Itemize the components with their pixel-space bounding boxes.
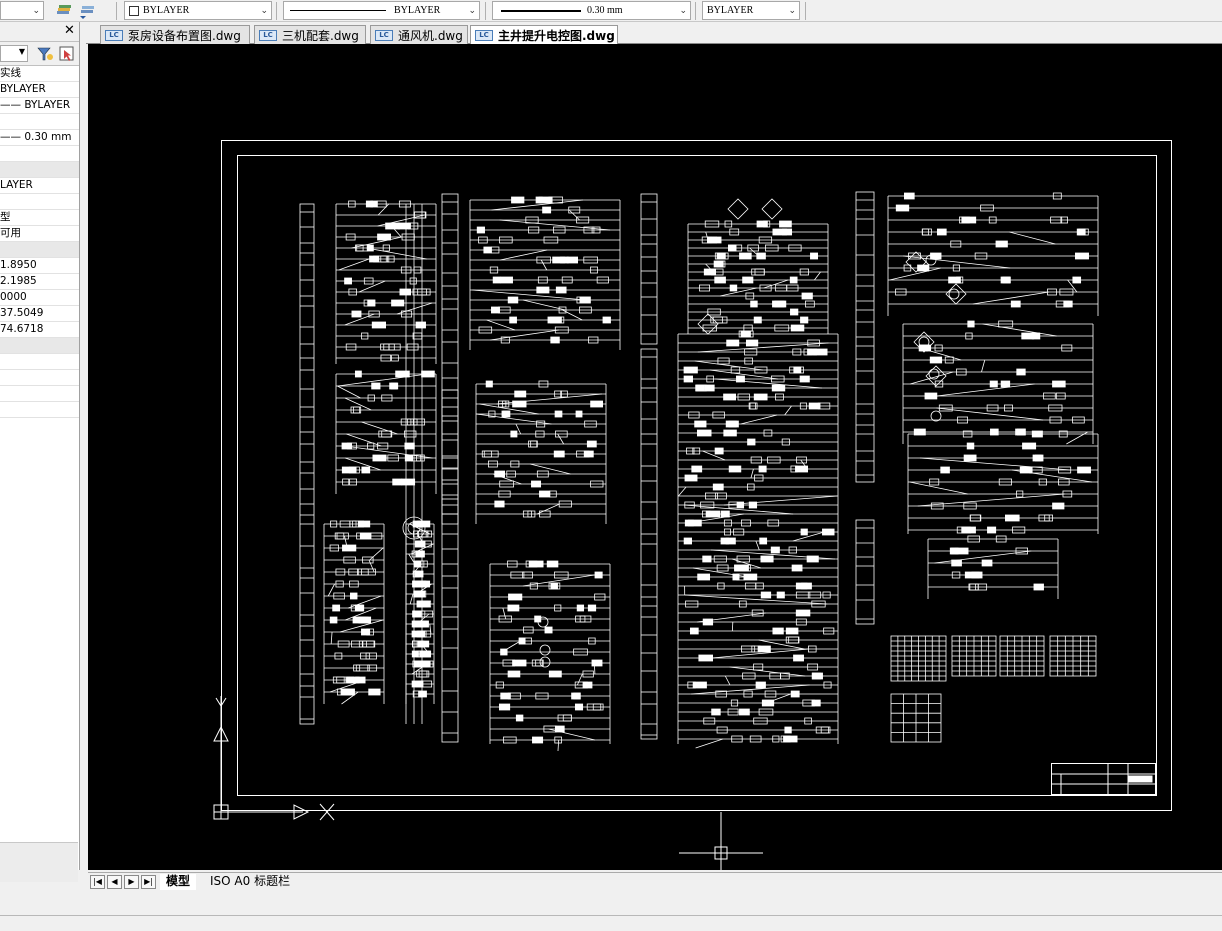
lineweight-value: 0.30 mm — [587, 5, 623, 16]
last-tab-icon[interactable]: ▶| — [141, 875, 156, 889]
tab-label: 主井提升电控图.dwg — [498, 28, 615, 43]
document-tab-bar: LC 泵房设备布置图.dwg LC 三机配套.dwg LC 通风机.dwg LC… — [86, 22, 1222, 44]
tab-file-4-active[interactable]: LC 主井提升电控图.dwg — [470, 25, 618, 44]
layer-previous-icon[interactable] — [78, 2, 96, 20]
property-row[interactable]: 实线 — [0, 66, 79, 82]
lineweight-preview — [501, 9, 581, 12]
property-row[interactable]: 74.6718 — [0, 322, 79, 338]
object-type-select[interactable]: ▼ — [0, 45, 28, 62]
tab-file-3[interactable]: LC 通风机.dwg — [370, 25, 468, 44]
color-value: BYLAYER — [143, 5, 190, 16]
linetype-value: BYLAYER — [394, 5, 441, 16]
ucs-icon — [213, 696, 335, 821]
cad-drawing — [213, 140, 1172, 870]
panel-header: ✕ — [0, 22, 79, 42]
property-row[interactable]: —— 0.30 mm — [0, 130, 79, 146]
property-row[interactable]: 0000 — [0, 290, 79, 306]
property-row[interactable] — [0, 354, 79, 370]
drawing-canvas[interactable] — [88, 44, 1222, 870]
property-category-row[interactable] — [0, 338, 79, 354]
property-row[interactable] — [0, 386, 79, 402]
tab-label: 泵房设备布置图.dwg — [128, 28, 241, 43]
property-row[interactable]: 型 — [0, 210, 79, 226]
property-category-row[interactable] — [0, 162, 79, 178]
tab-file-1[interactable]: LC 泵房设备布置图.dwg — [100, 25, 250, 44]
layout-tab-bar: |◀ ◀ ▶ ▶| 模型 ISO A0 标题栏 — [88, 872, 1222, 890]
title-block — [1051, 763, 1156, 795]
color-control-dropdown[interactable]: BYLAYER ⌄ — [124, 1, 272, 20]
close-icon[interactable]: ✕ — [63, 24, 76, 38]
property-row[interactable] — [0, 194, 79, 210]
dwg-file-icon: LC — [259, 29, 277, 41]
tab-file-2[interactable]: LC 三机配套.dwg — [254, 25, 366, 44]
property-row[interactable]: 2.1985 — [0, 274, 79, 290]
layer-manager-icon[interactable] — [55, 2, 73, 20]
chevron-down-icon: ⌄ — [468, 5, 476, 15]
panel-toolbar: ▼ — [0, 42, 79, 66]
property-row[interactable]: —— BYLAYER — [0, 98, 79, 114]
property-category-row[interactable] — [0, 242, 79, 258]
linetype-preview — [290, 10, 386, 11]
properties-panel: ✕ ▼ 实线 BYLAYER —— BYLAYER —— 0.30 mm LAYER 型可… — [0, 22, 80, 882]
panel-description-area — [0, 842, 78, 882]
chevron-down-icon: ⌄ — [679, 5, 687, 15]
crosshair-cursor — [679, 812, 763, 870]
properties-toolbar: ⌄ BYLAYER ⌄ BYLAYER ⌄ 0.30 mm ⌄ BYLAYER … — [0, 0, 1222, 22]
tab-label: 三机配套.dwg — [282, 28, 359, 43]
dwg-file-icon: LC — [475, 29, 493, 41]
lineweight-control-dropdown[interactable]: 0.30 mm ⌄ — [492, 1, 691, 20]
electrical-schematic — [299, 191, 1099, 752]
property-row[interactable]: 37.5049 — [0, 306, 79, 322]
tab-label: 通风机.dwg — [398, 28, 463, 43]
dwg-file-icon: LC — [105, 29, 123, 41]
tab-model[interactable]: 模型 — [160, 874, 197, 890]
select-objects-icon[interactable] — [58, 45, 76, 63]
layer-dropdown[interactable]: ⌄ — [0, 1, 44, 20]
quick-select-icon[interactable] — [36, 45, 54, 63]
plotstyle-control-dropdown[interactable]: BYLAYER ⌄ — [702, 1, 800, 20]
property-list: 实线 BYLAYER —— BYLAYER —— 0.30 mm LAYER 型可用 1.8… — [0, 66, 79, 418]
layout-tab-label: ISO A0 标题栏 — [210, 874, 291, 888]
prev-tab-icon[interactable]: ◀ — [107, 875, 122, 889]
property-row[interactable] — [0, 370, 79, 386]
property-row[interactable] — [0, 146, 79, 162]
property-row[interactable]: LAYER — [0, 178, 79, 194]
status-divider — [0, 915, 1222, 916]
property-row[interactable]: 1.8950 — [0, 258, 79, 274]
next-tab-icon[interactable]: ▶ — [124, 875, 139, 889]
property-row[interactable]: BYLAYER — [0, 82, 79, 98]
chevron-down-icon: ▼ — [18, 47, 25, 56]
tab-layout-iso-a0[interactable]: ISO A0 标题栏 — [204, 874, 296, 890]
chevron-down-icon: ⌄ — [260, 5, 268, 15]
dwg-file-icon: LC — [375, 29, 393, 41]
property-row[interactable] — [0, 114, 79, 130]
property-row[interactable]: 可用 — [0, 226, 79, 242]
chevron-down-icon: ⌄ — [32, 5, 40, 15]
property-row[interactable] — [0, 402, 79, 418]
linetype-control-dropdown[interactable]: BYLAYER ⌄ — [283, 1, 480, 20]
chevron-down-icon: ⌄ — [788, 5, 796, 15]
first-tab-icon[interactable]: |◀ — [90, 875, 105, 889]
color-swatch — [129, 5, 139, 16]
plotstyle-value: BYLAYER — [707, 5, 754, 16]
